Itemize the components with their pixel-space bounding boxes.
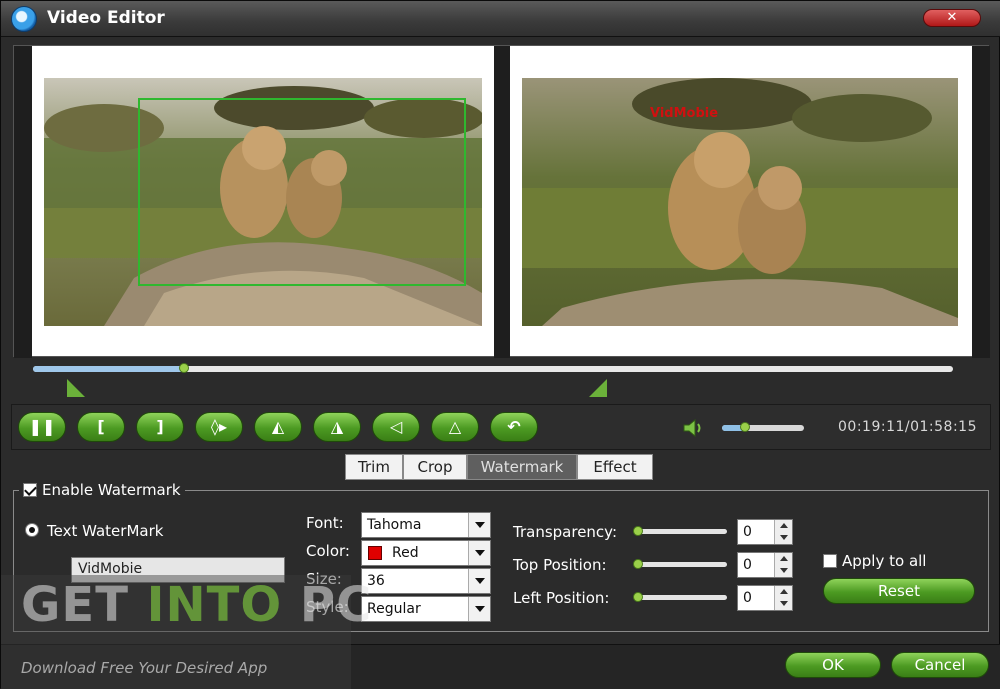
preview-area: VidMobie [13,45,990,358]
tab-crop[interactable]: Crop [403,454,467,480]
top-position-value: 0 [743,557,752,573]
tab-trim[interactable]: Trim [345,454,403,480]
volume-slider[interactable] [722,422,804,432]
playback-toolbar: ❚❚ [] ◊▸ ◭ ◮ ◁ △ ↶ 00:19:11/01:58:15 [11,404,991,450]
chevron-down-icon[interactable] [468,541,490,565]
transparency-spinbox[interactable]: 0 [737,519,793,545]
output-video-frame: VidMobie [522,78,958,326]
trim-start-marker[interactable] [67,379,85,397]
trim-end-marker[interactable] [589,379,607,397]
chevron-down-icon[interactable] [468,569,490,593]
left-position-knob[interactable] [633,592,643,602]
title-bar: Video Editor ✕ [1,1,1000,37]
top-position-spinbox[interactable]: 0 [737,552,793,578]
transparency-slider[interactable] [633,526,727,536]
chevron-down-icon[interactable] [468,513,490,537]
left-position-label: Left Position: [513,589,610,607]
reset-button[interactable]: Reset [823,578,975,604]
style-value: Regular [367,601,421,617]
app-icon [11,6,37,32]
apply-to-all-label: Apply to all [842,552,927,570]
left-position-spinbox[interactable]: 0 [737,585,793,611]
top-position-slider[interactable] [633,559,727,569]
ok-button[interactable]: OK [785,652,881,678]
transparency-value: 0 [743,524,752,540]
preview-left-gutter [14,46,32,358]
style-select[interactable]: Regular [361,596,491,622]
font-select[interactable]: Tahoma [361,512,491,538]
timeline-progress [33,366,184,372]
output-scene-image [522,78,958,326]
rotate-left-button[interactable]: ◁ [372,412,420,442]
transparency-label: Transparency: [513,523,618,541]
preview-right-gutter [972,46,990,358]
transparency-knob[interactable] [633,526,643,536]
volume-knob[interactable] [739,422,750,432]
output-preview-pane: VidMobie [512,48,970,354]
color-label: Color: [306,542,350,560]
cancel-button[interactable]: Cancel [891,652,989,678]
preview-divider [494,46,510,358]
color-swatch [368,546,382,560]
mirror-button[interactable]: △ [431,412,479,442]
window-title: Video Editor [47,8,165,28]
tab-watermark[interactable]: Watermark [467,454,577,480]
apply-to-all-checkbox[interactable]: Apply to all [823,552,926,570]
left-position-slider[interactable] [633,592,727,602]
timeline-slider[interactable] [33,363,953,373]
apply-to-all-check-icon[interactable] [823,554,837,568]
enable-watermark-label: Enable Watermark [42,481,181,499]
tab-effect[interactable]: Effect [577,454,653,480]
split-button[interactable]: ◊▸ [195,412,243,442]
left-position-value: 0 [743,590,752,606]
crop-selection-box[interactable] [138,98,466,286]
close-button[interactable]: ✕ [923,9,981,27]
original-video-frame [44,78,482,326]
timecode-display: 00:19:11/01:58:15 [838,419,977,435]
spin-arrows-icon[interactable] [774,586,792,610]
enable-watermark-check-icon[interactable] [23,483,37,497]
site-watermark-tagline: Download Free Your Desired App [21,659,268,677]
spin-arrows-icon[interactable] [774,553,792,577]
top-position-label: Top Position: [513,556,607,574]
flip-right-button[interactable]: ◮ [313,412,361,442]
volume-icon[interactable] [682,419,706,437]
top-position-knob[interactable] [633,559,643,569]
flip-left-button[interactable]: ◭ [254,412,302,442]
set-start-button[interactable]: [ [77,412,125,442]
font-label: Font: [306,514,344,532]
site-watermark-logo: GET INTO PC [21,577,372,633]
logo-text-part3: PC [282,577,373,633]
pause-button[interactable]: ❚❚ [18,412,66,442]
chevron-down-icon[interactable] [468,597,490,621]
text-watermark-label: Text WaterMark [47,522,164,540]
color-value: Red [392,545,419,561]
set-end-button[interactable]: ] [136,412,184,442]
enable-watermark-checkbox[interactable]: Enable Watermark [19,481,185,501]
size-select[interactable]: 36 [361,568,491,594]
color-select[interactable]: Red [361,540,491,566]
logo-text-part2: INTO [146,577,283,633]
watermark-preview-text[interactable]: VidMobie [650,106,718,121]
original-preview-pane [32,48,490,354]
text-watermark-radio[interactable] [25,523,39,537]
video-editor-window: Video Editor ✕ VidMobie ❚❚ [] ◊▸ ◭ ◮ ◁ … [0,0,1000,689]
font-value: Tahoma [367,517,422,533]
logo-text-part1: GET [21,577,147,633]
spin-arrows-icon[interactable] [774,520,792,544]
undo-button[interactable]: ↶ [490,412,538,442]
timeline-playhead[interactable] [178,363,189,373]
